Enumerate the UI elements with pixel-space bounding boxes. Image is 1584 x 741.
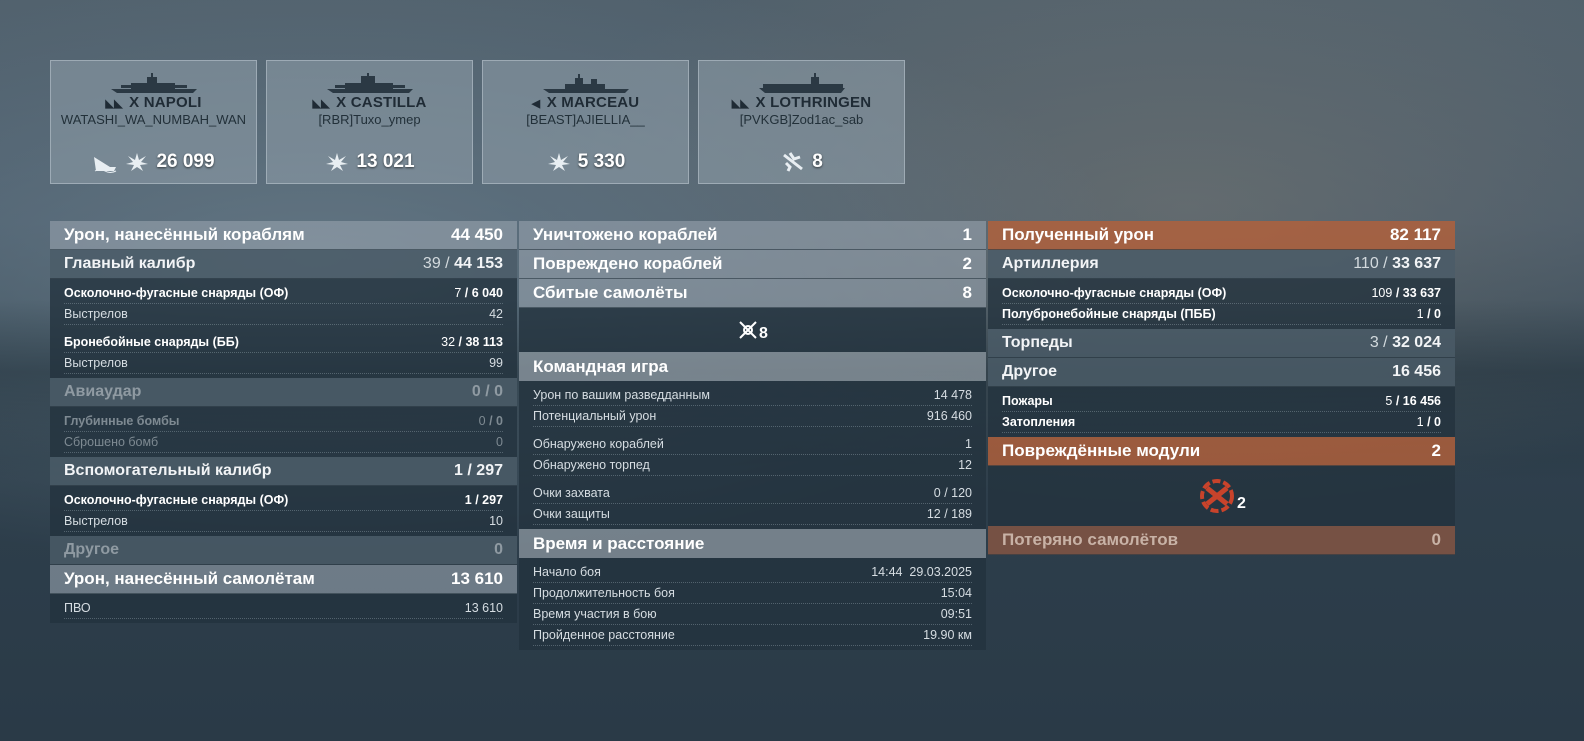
battle-summary-panel: Уничтожено кораблей 1 Повреждено корабле…: [519, 221, 986, 650]
team-play-details: Урон по вашим разведданным 14 478 Потенци…: [519, 381, 986, 529]
player-name: [RBR]Tuxo_ymep: [318, 112, 421, 127]
time-distance-header[interactable]: Время и расстояние: [519, 529, 986, 558]
ship-card-stats: 5 330: [483, 151, 688, 173]
damage-burst-icon: [326, 153, 349, 171]
artillery-row[interactable]: Артиллерия 110 / 33 637: [988, 250, 1455, 279]
plane-shot-crosshair-icon: [739, 321, 757, 339]
nation-flag-icon: ◣◣: [731, 98, 750, 110]
damaged-module-icon: [1200, 479, 1235, 513]
ship-card-stats: 8: [699, 151, 904, 173]
he-shells-row: Осколочно-фугасные снаряды (ОФ) 7 / 6 040: [64, 283, 503, 304]
ships-spotted-row: Обнаружено кораблей 1: [533, 434, 972, 455]
plane-damage-header[interactable]: Урон, нанесённый самолётам 13 610: [50, 565, 517, 594]
planes-shot-icons: 8: [519, 308, 986, 352]
damage-received-header[interactable]: Полученный урон 82 117: [988, 221, 1455, 250]
carrier-silhouette-icon: [758, 73, 845, 93]
player-name: [BEAST]AJIELLIA__: [526, 112, 645, 127]
ship-card-value: 8: [812, 151, 823, 172]
ships-destroyed-header[interactable]: Уничтожено кораблей 1: [519, 221, 986, 250]
airstrike-row[interactable]: Авиаудар 0 / 0: [50, 378, 517, 407]
received-sap-row: Полубронебойные снаряды (ПББ) 1 / 0: [1002, 304, 1441, 325]
torpedoes-spotted-row: Обнаружено торпед 12: [533, 455, 972, 476]
participation-time-row: Время участия в бою 09:51: [533, 604, 972, 625]
ship-card-marceau[interactable]: ◀ X MARCEAU [BEAST]AJIELLIA__ 5 330: [482, 60, 689, 184]
plane-shot-icon: [783, 152, 804, 172]
aa-row: ПВО 13 610: [64, 598, 503, 619]
damage-burst-icon: [126, 153, 149, 171]
distance-row: Пройденное расстояние 19.90 км: [533, 625, 972, 646]
team-play-header[interactable]: Командная игра: [519, 352, 986, 381]
main-battery-row[interactable]: Главный калибр 39 / 44 153: [50, 250, 517, 279]
planes-shot-header[interactable]: Сбитые самолёты 8: [519, 279, 986, 308]
battle-duration-row: Продолжительность боя 15:04: [533, 583, 972, 604]
time-distance-details: Начало боя 14:44 29.03.2025 Продолжительн…: [519, 558, 986, 650]
battleship-silhouette-icon: [326, 73, 413, 93]
airstrike-details: Глубинные бомбы 0 / 0 Сброшено бомб 0: [50, 407, 517, 457]
ship-sunk-icon: [94, 157, 117, 173]
other-received-row[interactable]: Другое 16 456: [988, 358, 1455, 387]
nation-flag-icon: ◣◣: [105, 98, 123, 110]
ship-card-value: 26 099: [156, 151, 215, 172]
other-damage-row[interactable]: Другое 0: [50, 536, 517, 565]
flooding-row: Затопления 1 / 0: [1002, 412, 1441, 433]
main-battery-details: Осколочно-фугасные снаряды (ОФ) 7 / 6 040…: [50, 279, 517, 378]
fires-row: Пожары 5 / 16 456: [1002, 391, 1441, 412]
bombs-dropped-row: Сброшено бомб 0: [64, 432, 503, 453]
secondary-shots-row: Выстрелов 10: [64, 511, 503, 532]
damaged-modules-icons: 2: [988, 466, 1455, 526]
player-name: WATASHI_WA_NUMBAH_WAN: [60, 112, 247, 127]
battle-start-row: Начало боя 14:44 29.03.2025: [533, 562, 972, 583]
ship-card-stats: 13 021: [267, 151, 472, 173]
depth-charges-row: Глубинные бомбы 0 / 0: [64, 411, 503, 432]
damage-received-panel: Полученный урон 82 117 Артиллерия 110 / …: [988, 221, 1455, 555]
ships-damaged-header[interactable]: Повреждено кораблей 2: [519, 250, 986, 279]
received-he-row: Осколочно-фугасные снаряды (ОФ) 109 / 33 …: [1002, 283, 1441, 304]
ship-name: ◣◣ X NAPOLI: [105, 94, 202, 111]
secondary-details: Осколочно-фугасные снаряды (ОФ) 1 / 297 В…: [50, 486, 517, 536]
potential-damage-row: Потенциальный урон 916 460: [533, 406, 972, 427]
ship-name: ◣◣ X LOTHRINGEN: [731, 94, 872, 111]
destroyer-silhouette-icon: [542, 74, 629, 93]
ship-card-lothringen[interactable]: ◣◣ X LOTHRINGEN [PVKGB]Zod1ac_sab 8: [698, 60, 905, 184]
plane-damage-details: ПВО 13 610: [50, 594, 517, 623]
ship-damage-header[interactable]: Урон, нанесённый кораблям 44 450: [50, 221, 517, 250]
nation-flag-icon: ◀: [531, 98, 541, 110]
ap-shots-row: Выстрелов 99: [64, 353, 503, 374]
secondary-he-row: Осколочно-фугасные снаряды (ОФ) 1 / 297: [64, 490, 503, 511]
damaged-modules-count: 2: [1237, 495, 1246, 512]
damaged-modules-header[interactable]: Повреждённые модули 2: [988, 437, 1455, 466]
ap-shells-row: Бронебойные снаряды (ББ) 32 / 38 113: [64, 332, 503, 353]
nation-flag-icon: ◣◣: [312, 98, 330, 110]
player-name: [PVKGB]Zod1ac_sab: [739, 112, 864, 127]
capture-points-row: Очки захвата 0 / 120: [533, 483, 972, 504]
ship-card-napoli[interactable]: ◣◣ X NAPOLI WATASHI_WA_NUMBAH_WAN 26 099: [50, 60, 257, 184]
other-received-details: Пожары 5 / 16 456 Затопления 1 / 0: [988, 387, 1455, 437]
planes-lost-header[interactable]: Потеряно самолётов 0: [988, 526, 1455, 555]
ship-card-stats: 26 099: [51, 151, 256, 173]
ship-card-castilla[interactable]: ◣◣ X CASTILLA [RBR]Tuxo_ymep 13 021: [266, 60, 473, 184]
damage-burst-icon: [547, 153, 570, 171]
ship-card-value: 5 330: [577, 151, 626, 172]
defense-points-row: Очки защиты 12 / 189: [533, 504, 972, 525]
spotting-damage-row: Урон по вашим разведданным 14 478: [533, 385, 972, 406]
ship-name: ◣◣ X CASTILLA: [312, 94, 427, 111]
he-shots-row: Выстрелов 42: [64, 304, 503, 325]
battleship-silhouette-icon: [110, 73, 197, 93]
damage-dealt-panel: Урон, нанесённый кораблям 44 450 Главный…: [50, 221, 517, 623]
ship-name: ◀ X MARCEAU: [531, 94, 640, 111]
ship-card-value: 13 021: [356, 151, 415, 172]
torpedoes-row[interactable]: Торпеды 3 / 32 024: [988, 329, 1455, 358]
secondary-battery-row[interactable]: Вспомогательный калибр 1 / 297: [50, 457, 517, 486]
artillery-details: Осколочно-фугасные снаряды (ОФ) 109 / 33 …: [988, 279, 1455, 329]
planes-shot-count: 8: [759, 325, 768, 342]
